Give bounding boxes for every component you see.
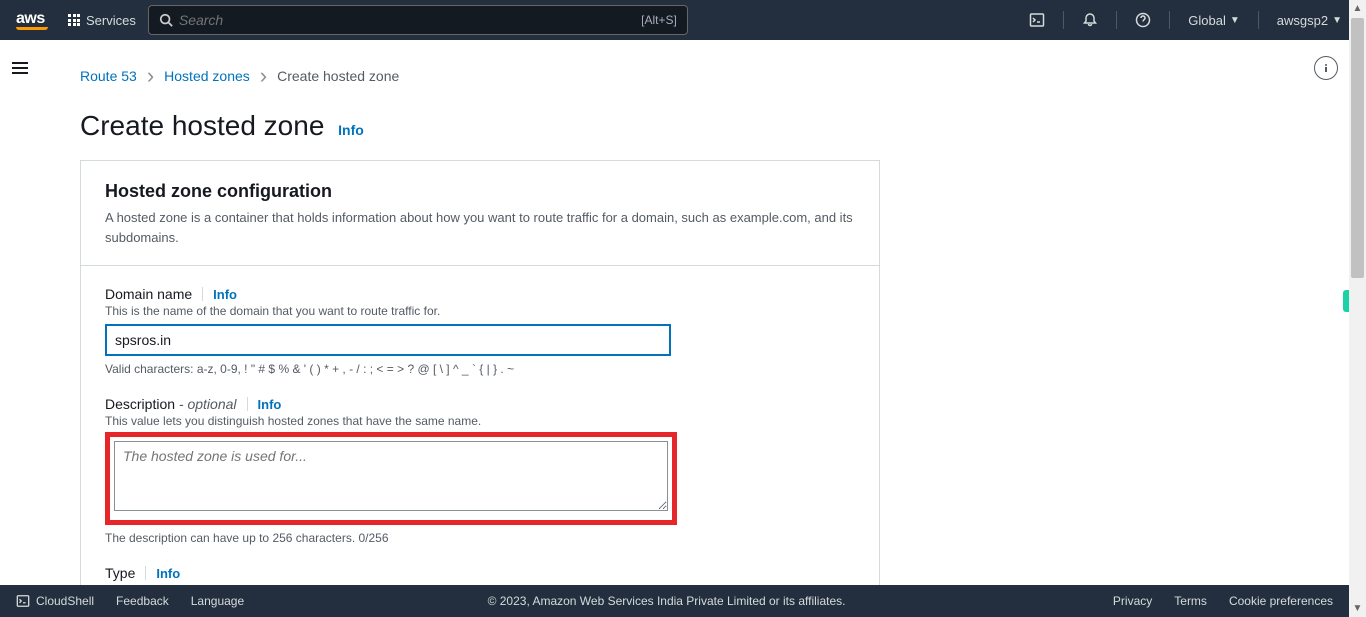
panel-header: Hosted zone configuration A hosted zone …: [81, 161, 879, 266]
page-info-link[interactable]: Info: [338, 122, 364, 138]
region-selector[interactable]: Global▼: [1180, 13, 1247, 28]
domain-constraint: Valid characters: a-z, 0-9, ! " # $ % & …: [105, 362, 855, 376]
description-textarea[interactable]: [114, 441, 668, 511]
search-shortcut-hint: [Alt+S]: [641, 13, 677, 27]
domain-name-input[interactable]: [105, 324, 671, 356]
panel-title: Hosted zone configuration: [105, 181, 855, 202]
global-search[interactable]: [Alt+S]: [148, 5, 688, 35]
panel-body: Domain name Info This is the name of the…: [81, 266, 879, 585]
search-icon: [159, 13, 173, 27]
top-nav: aws Services [Alt+S] Global▼ awsgsp2▼: [0, 0, 1366, 40]
domain-name-field: Domain name Info This is the name of the…: [105, 286, 855, 376]
chevron-right-icon: ›: [260, 69, 267, 83]
account-menu[interactable]: awsgsp2▼: [1269, 13, 1350, 28]
description-highlight: [105, 432, 677, 525]
vertical-scrollbar[interactable]: ▲ ▼: [1349, 0, 1366, 617]
panel-subtitle: A hosted zone is a container that holds …: [105, 208, 855, 247]
notifications-icon[interactable]: [1074, 4, 1106, 36]
side-nav-toggle[interactable]: [0, 48, 40, 88]
domain-help: This is the name of the domain that you …: [105, 304, 855, 318]
chevron-right-icon: ›: [147, 69, 154, 83]
caret-down-icon: ▼: [1230, 15, 1240, 26]
search-input[interactable]: [179, 12, 641, 28]
footer-copyright: © 2023, Amazon Web Services India Privat…: [488, 594, 846, 608]
breadcrumb-hosted-zones[interactable]: Hosted zones: [164, 68, 250, 84]
footer-language[interactable]: Language: [191, 594, 244, 608]
breadcrumb-root[interactable]: Route 53: [80, 68, 137, 84]
footer-cloudshell[interactable]: CloudShell: [16, 594, 94, 608]
description-label: Description - optional: [105, 396, 237, 412]
help-icon[interactable]: [1127, 4, 1159, 36]
aws-logo[interactable]: aws: [16, 10, 48, 30]
cloudshell-icon[interactable]: [1021, 4, 1053, 36]
scroll-thumb[interactable]: [1351, 18, 1364, 278]
type-label: Type: [105, 565, 135, 581]
hamburger-icon: [12, 62, 28, 74]
domain-name-label: Domain name: [105, 286, 192, 302]
scroll-down-arrow[interactable]: ▼: [1349, 600, 1366, 617]
description-constraint: The description can have up to 256 chara…: [105, 531, 855, 545]
footer-cookies[interactable]: Cookie preferences: [1229, 594, 1333, 608]
description-info-link[interactable]: Info: [258, 397, 282, 412]
type-info-link[interactable]: Info: [156, 566, 180, 581]
type-field: Type Info The type indicates whether you…: [105, 565, 855, 585]
domain-info-link[interactable]: Info: [213, 287, 237, 302]
breadcrumb-current: Create hosted zone: [277, 68, 399, 84]
breadcrumb: Route 53 › Hosted zones › Create hosted …: [80, 40, 1266, 84]
description-help: This value lets you distinguish hosted z…: [105, 414, 855, 428]
footer-privacy[interactable]: Privacy: [1113, 594, 1152, 608]
config-panel: Hosted zone configuration A hosted zone …: [80, 160, 880, 585]
services-label: Services: [86, 13, 136, 28]
footer-feedback[interactable]: Feedback: [116, 594, 169, 608]
footer-terms[interactable]: Terms: [1174, 594, 1207, 608]
services-grid-icon: [68, 14, 80, 26]
main-content: Route 53 › Hosted zones › Create hosted …: [40, 40, 1306, 585]
page-title: Create hosted zone Info: [80, 110, 1266, 142]
nav-right: Global▼ awsgsp2▼: [1021, 4, 1350, 36]
footer: CloudShell Feedback Language © 2023, Ama…: [0, 585, 1349, 617]
caret-down-icon: ▼: [1332, 15, 1342, 26]
services-button[interactable]: Services: [68, 13, 136, 28]
description-field: Description - optional Info This value l…: [105, 396, 855, 545]
scroll-up-arrow[interactable]: ▲: [1349, 0, 1366, 17]
tools-panel-toggle[interactable]: [1314, 56, 1338, 80]
